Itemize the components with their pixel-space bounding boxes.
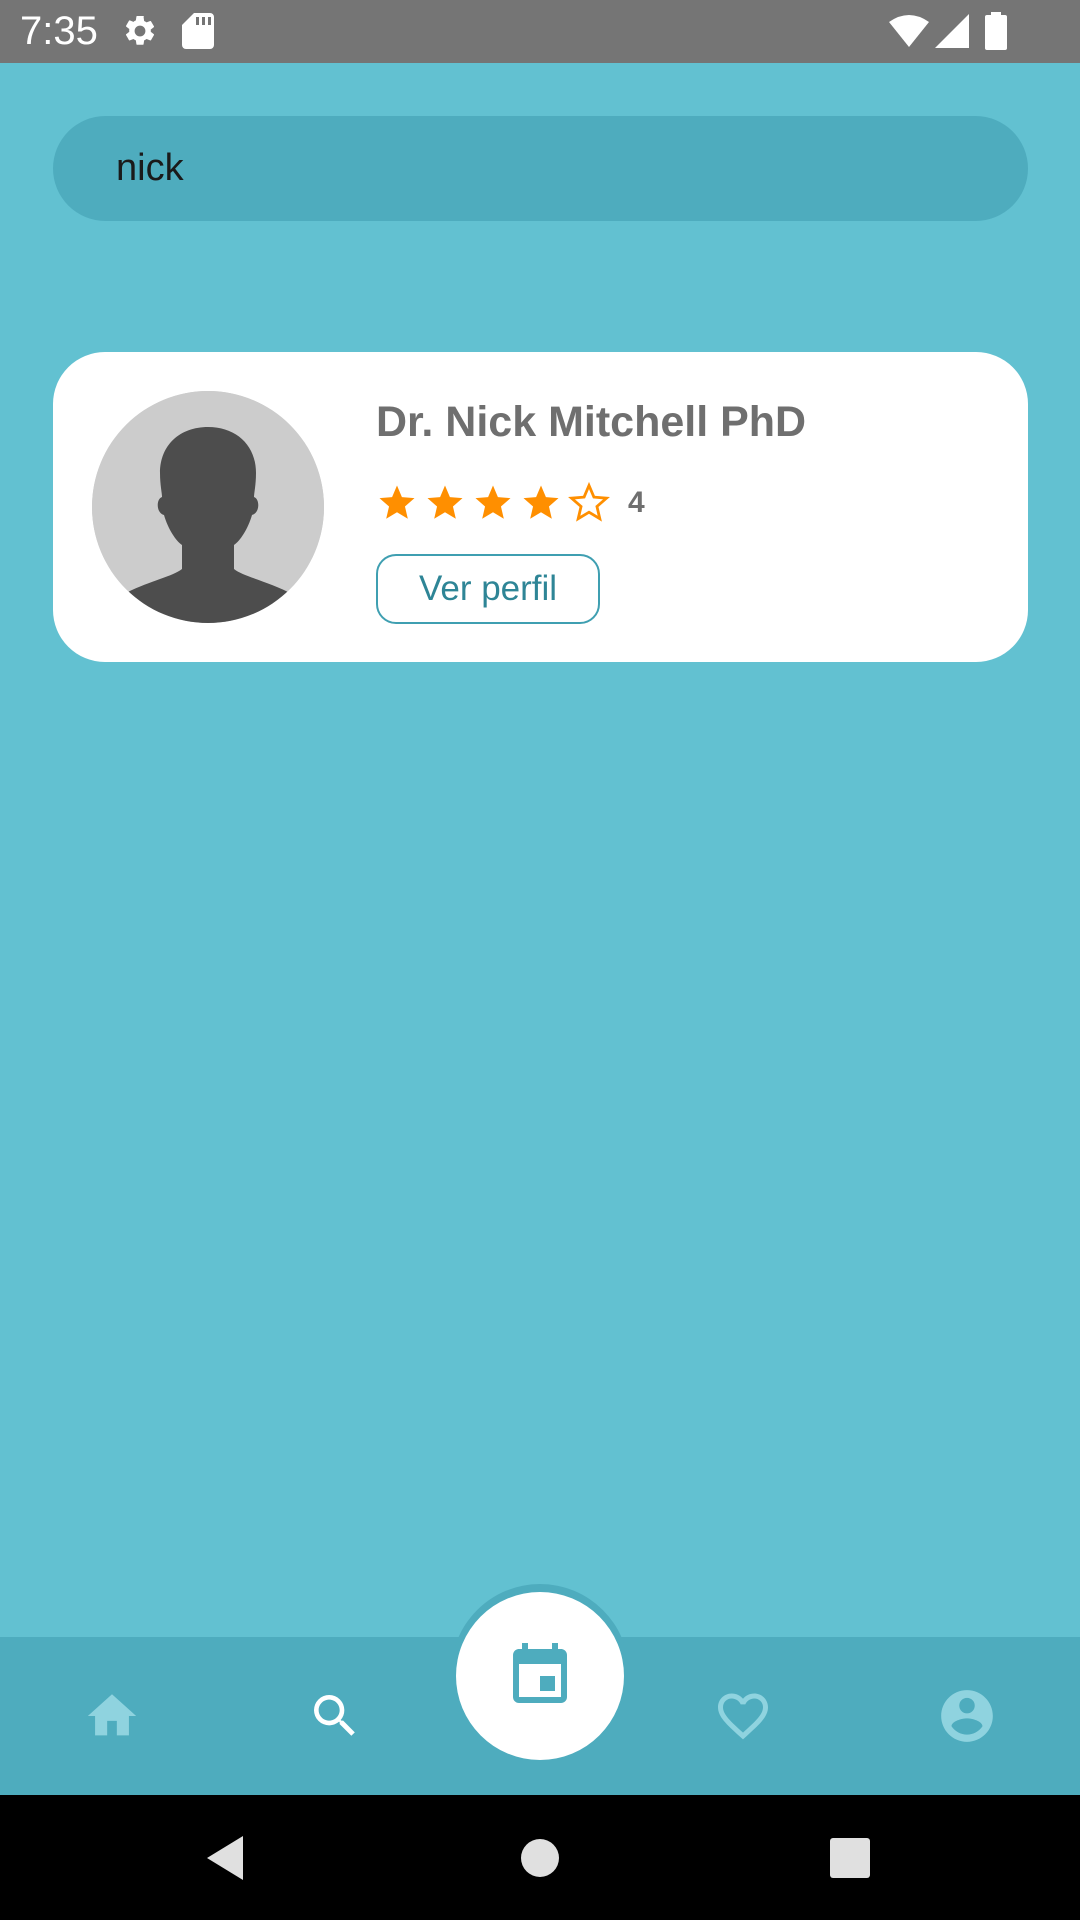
system-back-button[interactable] bbox=[175, 1795, 275, 1920]
search-icon bbox=[314, 1695, 355, 1736]
nav-home[interactable] bbox=[42, 1637, 182, 1795]
avatar bbox=[92, 391, 324, 623]
wifi-icon bbox=[889, 15, 929, 47]
nav-favorites[interactable] bbox=[673, 1637, 813, 1795]
heart-icon bbox=[718, 1693, 768, 1740]
calendar-button[interactable] bbox=[456, 1592, 624, 1760]
home-circle-icon bbox=[521, 1838, 559, 1877]
battery-icon bbox=[985, 12, 1007, 50]
signal-icon bbox=[935, 14, 969, 48]
star-filled-icon bbox=[379, 485, 415, 519]
view-profile-button[interactable]: Ver perfil bbox=[376, 554, 600, 624]
system-home-button[interactable] bbox=[490, 1795, 590, 1920]
back-triangle-icon bbox=[207, 1835, 243, 1880]
nav-search[interactable] bbox=[265, 1637, 405, 1795]
star-filled-icon bbox=[523, 485, 559, 519]
calendar-icon bbox=[513, 1643, 567, 1703]
star-filled-icon bbox=[475, 485, 511, 519]
home-icon bbox=[87, 1694, 137, 1736]
system-recents-button[interactable] bbox=[800, 1795, 900, 1920]
search-field[interactable] bbox=[53, 116, 1028, 221]
status-time: 7:35 bbox=[20, 9, 98, 53]
status-bar: 7:35 bbox=[0, 0, 1080, 63]
star-outline-icon bbox=[568, 482, 610, 522]
person-silhouette-icon bbox=[92, 391, 324, 623]
system-navigation-bar bbox=[0, 1795, 1080, 1920]
doctor-card[interactable]: Dr. Nick Mitchell PhD 4 Ver perfil bbox=[53, 352, 1028, 662]
search-input[interactable] bbox=[116, 147, 976, 190]
doctor-name: Dr. Nick Mitchell PhD bbox=[376, 398, 807, 446]
recents-square-icon bbox=[830, 1837, 870, 1878]
rating-value: 4 bbox=[628, 486, 645, 519]
nav-account[interactable] bbox=[897, 1637, 1037, 1795]
rating-stars: 4 bbox=[376, 480, 645, 526]
star-filled-icon bbox=[427, 485, 463, 519]
settings-icon bbox=[125, 15, 155, 45]
sd-card-icon bbox=[182, 13, 214, 49]
account-icon bbox=[941, 1690, 993, 1742]
